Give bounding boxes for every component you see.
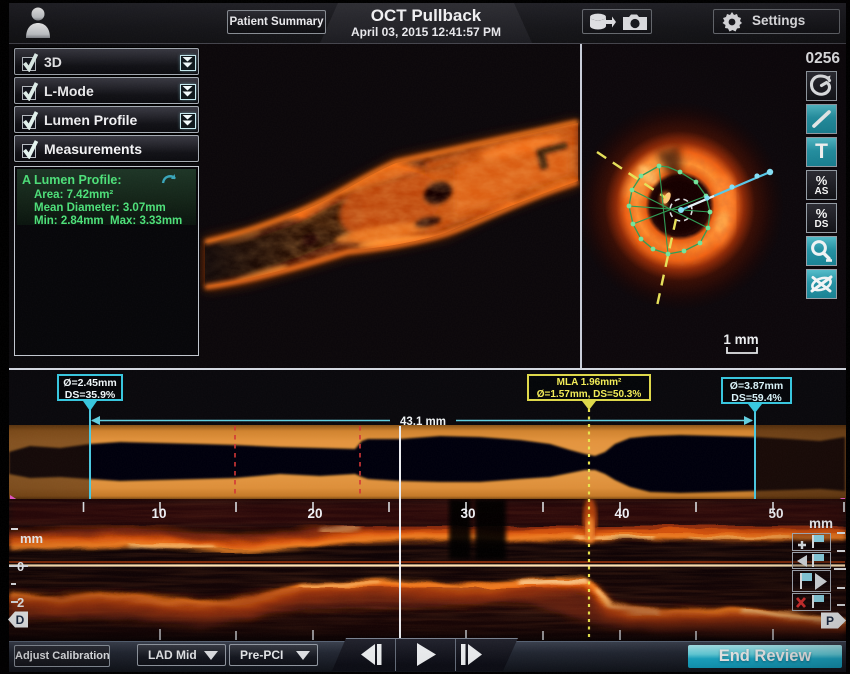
svg-text:40: 40 — [614, 506, 629, 521]
svg-text:20: 20 — [307, 506, 322, 521]
svg-text:1 mm: 1 mm — [723, 332, 758, 347]
svg-text:mm: mm — [809, 516, 833, 531]
svg-text:30: 30 — [460, 506, 475, 521]
svg-text:43.1 mm: 43.1 mm — [400, 416, 446, 428]
svg-text:0256: 0256 — [806, 50, 841, 67]
svg-text:mm: mm — [20, 531, 43, 546]
svg-text:10: 10 — [151, 506, 166, 521]
svg-text:0: 0 — [17, 559, 24, 574]
svg-text:50: 50 — [768, 506, 783, 521]
svg-text:P: P — [826, 614, 834, 628]
svg-text:2: 2 — [17, 595, 24, 610]
svg-text:D: D — [16, 613, 25, 627]
